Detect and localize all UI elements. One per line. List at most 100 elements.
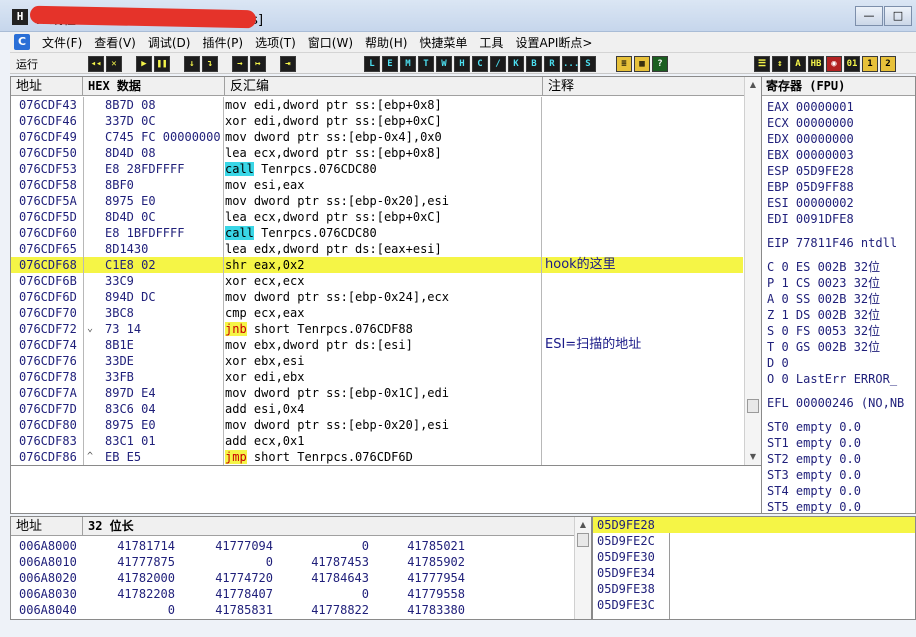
- step-into-icon[interactable]: ↓: [184, 56, 200, 72]
- layout-2-icon[interactable]: 2: [880, 56, 896, 72]
- menu-window[interactable]: 窗口(W): [302, 34, 359, 51]
- menu-options[interactable]: 选项(T): [249, 34, 302, 51]
- flag-row[interactable]: T 0 GS 002B 32位: [767, 339, 880, 355]
- fpu-register[interactable]: ST5 empty 0.0: [767, 499, 861, 513]
- disasm-row[interactable]: 076CDF83 83C1 01 add ecx,0x1: [11, 433, 743, 449]
- scroll-up-icon[interactable]: ▲: [745, 77, 761, 93]
- dump-value[interactable]: 41785902: [375, 555, 465, 569]
- restart-icon[interactable]: ◂◂: [88, 56, 104, 72]
- flag-row[interactable]: A 0 SS 002B 32位: [767, 291, 880, 307]
- pause-icon[interactable]: ❚❚: [154, 56, 170, 72]
- help-icon[interactable]: ?: [652, 56, 668, 72]
- register-eax[interactable]: EAX 00000001: [767, 99, 854, 115]
- register-ebp[interactable]: EBP 05D9FF88: [767, 179, 854, 195]
- disasm-row[interactable]: 076CDF7A 897D E4 mov dword ptr ss:[ebp-0x1…: [11, 385, 743, 401]
- dump-value[interactable]: 41777094: [183, 539, 273, 553]
- disassembly-scrollbar[interactable]: ▲ ▼: [744, 77, 761, 465]
- disasm-row[interactable]: 076CDF70 3BC8 cmp ecx,eax: [11, 305, 743, 321]
- disasm-row[interactable]: 076CDF5A 8975 E0 mov dword ptr ss:[ebp-0x2…: [11, 193, 743, 209]
- trace-into-icon[interactable]: →: [232, 56, 248, 72]
- sort-icon[interactable]: ↕: [772, 56, 788, 72]
- scroll-down-icon[interactable]: ▼: [745, 449, 761, 465]
- hardware-bp-icon[interactable]: HB: [808, 56, 824, 72]
- modules-window-icon[interactable]: E: [382, 56, 398, 72]
- stack-row[interactable]: 05D9FE30: [593, 549, 915, 565]
- minimize-button[interactable]: —: [855, 6, 883, 26]
- dump-value[interactable]: 41785831: [183, 603, 273, 617]
- dump-value[interactable]: 41777875: [85, 555, 175, 569]
- disasm-row[interactable]: 076CDF80 8975 E0 mov dword ptr ss:[ebp-0x2…: [11, 417, 743, 433]
- menu-tools[interactable]: 工具: [473, 34, 509, 51]
- disasm-row[interactable]: 076CDF86 ^ EB E5 jmp short Tenrpcs.076CDF6D: [11, 449, 743, 465]
- col-address[interactable]: 地址: [11, 77, 83, 96]
- flag-row[interactable]: O 0 LastErr ERROR_: [767, 371, 897, 387]
- stack-row[interactable]: 05D9FE3C: [593, 597, 915, 613]
- disasm-row[interactable]: 076CDF78 33FB xor edi,ebx: [11, 369, 743, 385]
- dump-value[interactable]: 41785021: [375, 539, 465, 553]
- menu-view[interactable]: 查看(V): [88, 34, 142, 51]
- disasm-row[interactable]: 076CDF68 C1E8 02 shr eax,0x2 hook的这里: [11, 257, 743, 273]
- register-edi[interactable]: EDI 0091DFE8: [767, 211, 854, 227]
- flag-row[interactable]: Z 1 DS 002B 32位: [767, 307, 880, 323]
- log-window-icon[interactable]: L: [364, 56, 380, 72]
- disasm-row[interactable]: 076CDF65 8D1430 lea edx,dword ptr ds:[eax+…: [11, 241, 743, 257]
- dump-value[interactable]: 41779558: [375, 587, 465, 601]
- stack-row[interactable]: 05D9FE34: [593, 565, 915, 581]
- disasm-row[interactable]: 076CDF43 8B7D 08 mov edi,dword ptr ss:[ebp…: [11, 97, 743, 113]
- trace-over-icon[interactable]: ↦: [250, 56, 266, 72]
- register-ebx[interactable]: EBX 00000003: [767, 147, 854, 163]
- options-icon[interactable]: ☰: [754, 56, 770, 72]
- dump-value[interactable]: 41783380: [375, 603, 465, 617]
- run-trace-window-icon[interactable]: ...: [562, 56, 579, 72]
- flag-row[interactable]: P 1 CS 0023 32位: [767, 275, 880, 291]
- dump-value[interactable]: 0: [279, 587, 369, 601]
- disasm-row[interactable]: 076CDF60 E8 1BFDFFFF call Tenrpcs.076CDC80: [11, 225, 743, 241]
- execute-till-return-icon[interactable]: ⇥: [280, 56, 296, 72]
- disasm-row[interactable]: 076CDF74 8B1E mov ebx,dword ptr ds:[esi] ES…: [11, 337, 743, 353]
- stack-pane[interactable]: 05D9FE28 05D9FE2C 05D9FE30 05D9FE34 05D9FE38…: [592, 516, 916, 620]
- cpu-window-icon[interactable]: C: [472, 56, 488, 72]
- dump-col-values[interactable]: 32 位长: [83, 517, 577, 536]
- dump-value[interactable]: 41782208: [85, 587, 175, 601]
- stack-row[interactable]: 05D9FE28: [593, 517, 915, 533]
- dump-col-address[interactable]: 地址: [11, 517, 83, 536]
- patches-window-icon[interactable]: /: [490, 56, 506, 72]
- references-window-icon[interactable]: R: [544, 56, 560, 72]
- windows-window-icon[interactable]: W: [436, 56, 452, 72]
- disasm-row[interactable]: 076CDF46 337D 0C xor edi,dword ptr ss:[ebp…: [11, 113, 743, 129]
- dump-value[interactable]: 41781714: [85, 539, 175, 553]
- call-stack-window-icon[interactable]: K: [508, 56, 524, 72]
- step-over-icon[interactable]: ↴: [202, 56, 218, 72]
- stack-row[interactable]: 05D9FE2C: [593, 533, 915, 549]
- disasm-row[interactable]: 076CDF50 8D4D 08 lea ecx,dword ptr ss:[ebp…: [11, 145, 743, 161]
- col-hex[interactable]: HEX 数据: [83, 77, 225, 96]
- disasm-row[interactable]: 076CDF7D 83C6 04 add esi,0x4: [11, 401, 743, 417]
- scroll-thumb[interactable]: [747, 399, 759, 413]
- dump-value[interactable]: 0: [183, 555, 273, 569]
- dump-value[interactable]: 41778822: [279, 603, 369, 617]
- register-esi[interactable]: ESI 00000002: [767, 195, 854, 211]
- disasm-row[interactable]: 076CDF49 C745 FC 00000000 mov dword ptr ss…: [11, 129, 743, 145]
- disasm-row[interactable]: 076CDF76 33DE xor ebx,esi: [11, 353, 743, 369]
- disasm-row[interactable]: 076CDF72 ⌄ 73 14 jnb short Tenrpcs.076CDF88: [11, 321, 743, 337]
- dump-value[interactable]: 41778407: [183, 587, 273, 601]
- registers-header[interactable]: 寄存器 (FPU): [762, 77, 915, 96]
- scroll-up-icon[interactable]: ▲: [575, 517, 591, 533]
- disasm-row[interactable]: 076CDF6D 894D DC mov dword ptr ss:[ebp-0x2…: [11, 289, 743, 305]
- target-icon[interactable]: ◉: [826, 56, 842, 72]
- stack-row[interactable]: 05D9FE38: [593, 581, 915, 597]
- ascii-icon[interactable]: A: [790, 56, 806, 72]
- disasm-row[interactable]: 076CDF6B 33C9 xor ecx,ecx: [11, 273, 743, 289]
- menu-set-api-breakpoint[interactable]: 设置API断点>: [509, 34, 598, 51]
- breakpoints-window-icon[interactable]: B: [526, 56, 542, 72]
- disasm-row[interactable]: 076CDF5D 8D4D 0C lea ecx,dword ptr ss:[ebp…: [11, 209, 743, 225]
- register-edx[interactable]: EDX 00000000: [767, 131, 854, 147]
- fpu-register[interactable]: ST0 empty 0.0: [767, 419, 861, 435]
- menu-file[interactable]: 文件(F): [36, 34, 88, 51]
- grid-icon[interactable]: ▦: [634, 56, 650, 72]
- flag-row[interactable]: D 0: [767, 355, 789, 371]
- dump-value[interactable]: 0: [279, 539, 369, 553]
- fpu-register[interactable]: ST4 empty 0.0: [767, 483, 861, 499]
- col-comment[interactable]: 注释: [543, 77, 745, 96]
- memory-dump-pane[interactable]: 地址 32 位长 006A8000 41781714 41777094 0 417850…: [10, 516, 592, 620]
